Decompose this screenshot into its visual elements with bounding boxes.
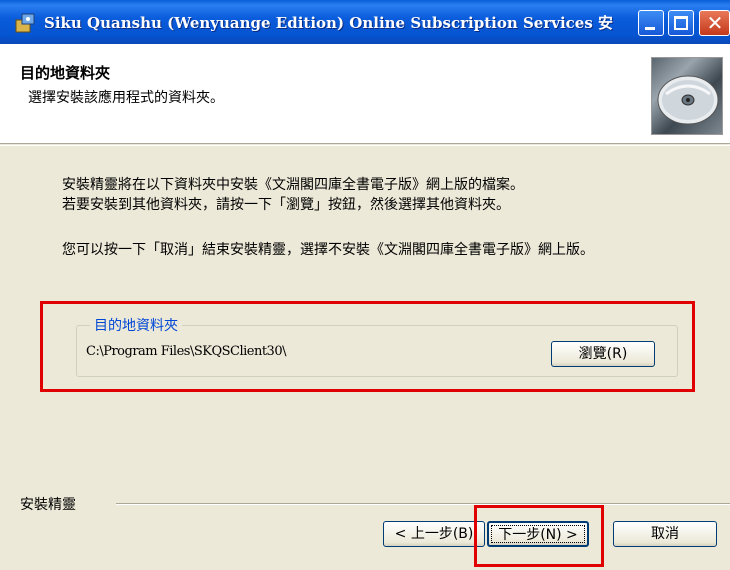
cancel-button[interactable]: 取消 [613,521,717,547]
back-button[interactable]: < 上一步(B) [383,521,485,547]
highlight-box-next [474,505,604,567]
cd-disc-icon [651,57,723,135]
close-button[interactable]: ✕ [699,10,730,36]
description-line-1: 安裝精靈將在以下資料夾中安裝《文淵閣四庫全書電子版》網上版的檔案。 [62,177,524,193]
page-subtitle: 選擇安裝該應用程式的資料夾。 [28,90,224,106]
minimize-button[interactable] [638,10,664,36]
wizard-label: 安裝精靈 [20,497,76,513]
maximize-button[interactable] [668,10,694,36]
highlight-box-destination [40,301,695,392]
window-title: Siku Quanshu (Wenyuange Edition) Online … [44,14,614,32]
minimize-icon [645,27,655,30]
close-icon: ✕ [706,11,724,35]
maximize-icon [674,16,688,30]
installer-icon [15,13,35,33]
page-title: 目的地資料夾 [20,64,111,82]
footer-divider [116,503,730,505]
description-line-2: 若要安裝到其他資料夾，請按一下「瀏覽」按鈕，然後選擇其他資料夾。 [62,197,510,213]
description-line-3: 您可以按一下「取消」結束安裝精靈，選擇不安裝《文淵閣四庫全書電子版》網上版。 [62,242,594,258]
header-divider [0,145,730,147]
header-panel: 目的地資料夾 選擇安裝該應用程式的資料夾。 [0,44,730,144]
title-bar[interactable]: Siku Quanshu (Wenyuange Edition) Online … [0,0,730,44]
